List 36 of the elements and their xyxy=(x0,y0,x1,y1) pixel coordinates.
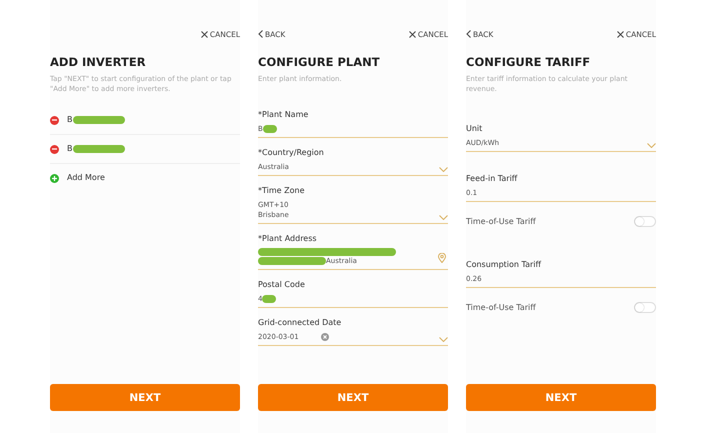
page-title: CONFIGURE PLANT xyxy=(258,55,381,69)
field-label: *Time Zone xyxy=(258,186,306,195)
inverter-item[interactable]: B xyxy=(50,106,240,135)
field-label: *Country/Region xyxy=(258,148,325,157)
toggle-label: Time-of-Use Tariff xyxy=(466,303,536,312)
toggle-switch[interactable] xyxy=(634,302,656,313)
chevron-down-icon xyxy=(439,337,448,342)
remove-icon[interactable] xyxy=(50,116,59,124)
item-text: B xyxy=(67,115,72,125)
chevron-down-icon xyxy=(647,143,656,148)
toggle-label: Time-of-Use Tariff xyxy=(466,217,536,226)
item-text: B xyxy=(67,144,72,154)
toggle-switch[interactable] xyxy=(634,216,656,227)
field-label: Unit xyxy=(466,124,484,133)
close-icon xyxy=(408,30,416,38)
field-label: Grid-connected Date xyxy=(258,318,342,327)
close-icon xyxy=(616,30,624,38)
close-icon xyxy=(200,30,208,38)
chevron-left-icon xyxy=(466,30,471,38)
inverter-item[interactable]: B xyxy=(50,135,240,164)
field-label: *Plant Address xyxy=(258,234,318,243)
chevron-down-icon xyxy=(439,215,448,220)
item-text: Add More xyxy=(67,173,105,183)
page-title: CONFIGURE TARIFF xyxy=(466,55,592,69)
field-label: *Plant Name xyxy=(258,110,310,119)
field-label: Consumption Tariff xyxy=(466,260,542,269)
clear-icon[interactable] xyxy=(320,333,329,341)
chevron-left-icon xyxy=(258,30,263,38)
add-more-item[interactable]: Add More xyxy=(50,164,240,192)
field-label: Feed-in Tariff xyxy=(466,174,518,183)
remove-icon[interactable] xyxy=(50,144,59,154)
location-pin-icon[interactable] xyxy=(438,253,446,263)
page-title: ADD INVERTER xyxy=(50,55,147,69)
field-label: Postal Code xyxy=(258,280,306,289)
add-icon[interactable] xyxy=(50,174,59,182)
chevron-down-icon xyxy=(439,167,448,172)
